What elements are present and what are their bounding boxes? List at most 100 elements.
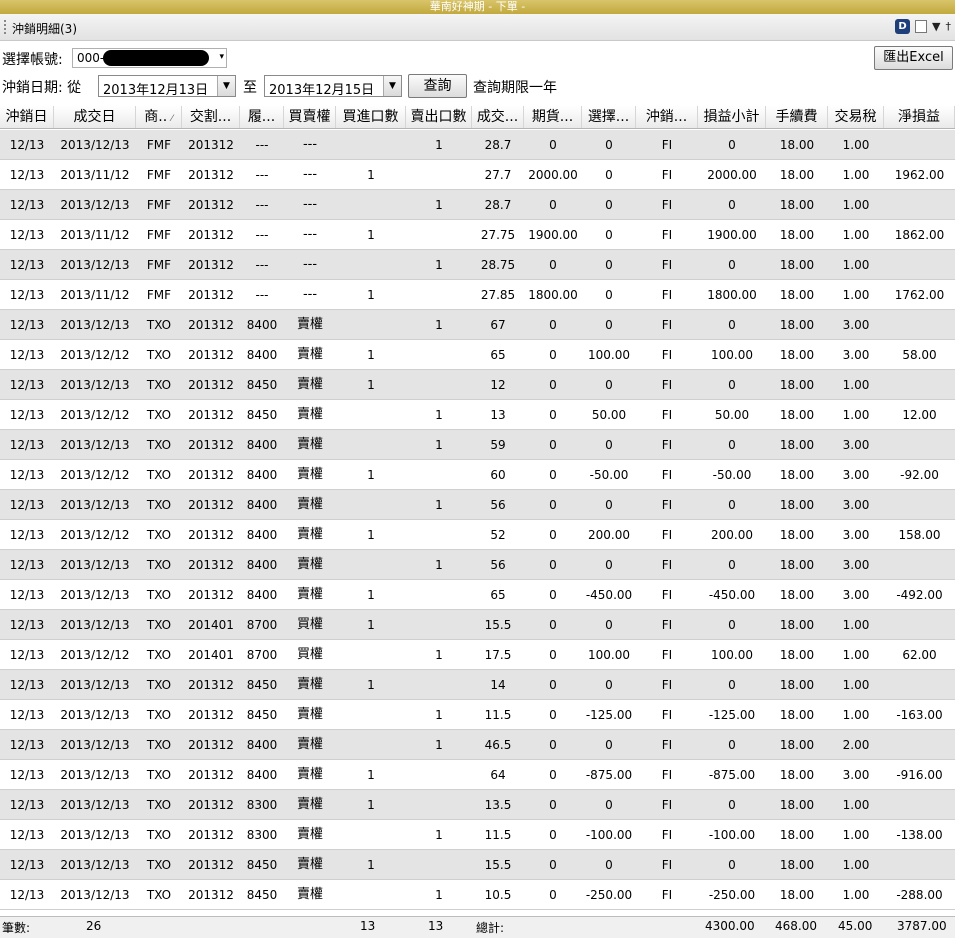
- table-row[interactable]: 12/13 2013/12/13 TXO 201312 8400 賣權 1 56 0 0 FI 0 18…: [0, 490, 955, 520]
- calendar-dropdown-icon[interactable]: ▼: [217, 76, 235, 96]
- cell-net-pl: [884, 730, 955, 760]
- cell-strike: ---: [255, 168, 269, 182]
- cell-sell-lots: [406, 760, 472, 790]
- cell-offset-date: 12/13: [9, 738, 45, 752]
- cell-trade-date: 2013/12/13: [60, 438, 130, 452]
- cell-sell-lots: 1: [435, 498, 443, 512]
- cell-offset-date: 12/13: [9, 618, 45, 632]
- table-row[interactable]: 12/13 2013/12/13 TXO 201312 8400 賣權 1 67 0 0 FI 0 18…: [0, 310, 955, 340]
- column-header-offset-type[interactable]: 沖銷...: [636, 106, 698, 128]
- query-button[interactable]: 查詢: [408, 74, 467, 98]
- column-header-options-pl[interactable]: 選擇...: [582, 106, 636, 128]
- table-row[interactable]: 12/13 2013/12/12 TXO 201312 8400 賣權 1 52 0 200.00…: [0, 520, 955, 550]
- cell-futures-pl: 0: [549, 348, 557, 362]
- column-header-label: 賣出口數: [410, 109, 467, 125]
- column-header-trade-price[interactable]: 成交...: [472, 106, 524, 128]
- cell-tax: 1.00: [842, 378, 870, 392]
- cell-delivery-month: 201312: [188, 348, 234, 362]
- page-icon[interactable]: [915, 20, 928, 33]
- calendar-dropdown-icon[interactable]: ▼: [383, 76, 401, 96]
- table-row[interactable]: 12/13 2013/11/12 FMF 201312 --- --- 1 27.7 2000.…: [0, 160, 955, 190]
- cell-pl-subtotal: -875.00: [708, 768, 756, 782]
- table-row[interactable]: 12/13 2013/12/13 TXO 201312 8300 賣權 1 13.5 0 0 FI 0…: [0, 790, 955, 820]
- table-row[interactable]: 12/13 2013/12/12 TXO 201312 8400 賣權 1 65 0 100.00…: [0, 340, 955, 370]
- account-select[interactable]: 000- ▾: [72, 48, 227, 68]
- cell-strike: 8700: [246, 648, 278, 662]
- cell-futures-pl: 2000.00: [528, 168, 578, 182]
- cell-futures-pl: 0: [549, 498, 557, 512]
- from-date-picker[interactable]: 2013年12月13日 ▼: [98, 75, 236, 98]
- table-row[interactable]: 12/13 2013/12/13 TXO 201312 8400 賣權 1 59 0 0 FI 0 18…: [0, 430, 955, 460]
- cell-call-put: 賣權: [296, 677, 323, 692]
- cell-pl-subtotal: 0: [728, 138, 736, 152]
- cell-buy-lots: 1: [367, 768, 375, 782]
- cell-sell-lots: [406, 850, 472, 880]
- cell-call-put: ---: [302, 137, 318, 152]
- cell-call-put: 賣權: [296, 887, 323, 902]
- d-badge-icon[interactable]: D: [895, 19, 911, 34]
- cell-product: TXO: [146, 858, 172, 872]
- cell-offset-date: 12/13: [9, 318, 45, 332]
- table-row[interactable]: 12/13 2013/12/13 TXO 201312 8450 賣權 1 10.5 0 -250…: [0, 880, 955, 910]
- cell-sell-lots: 1: [435, 138, 443, 152]
- to-date-value: 2013年12月15日: [269, 83, 375, 98]
- cell-pl-subtotal: -50.00: [712, 468, 752, 482]
- cell-offset-date: 12/13: [9, 768, 45, 782]
- column-header-pl-subtotal[interactable]: 損益小計: [698, 106, 766, 128]
- table-row[interactable]: 12/13 2013/12/13 TXO 201312 8400 賣權 1 46.5 0 0 FI 0…: [0, 730, 955, 760]
- cell-strike: 8400: [246, 348, 278, 362]
- cell-options-pl: -100.00: [585, 828, 633, 842]
- column-header-label: 沖銷...: [645, 109, 688, 125]
- column-header-fee[interactable]: 手續費: [766, 106, 828, 128]
- to-date-picker[interactable]: 2013年12月15日 ▼: [264, 75, 402, 98]
- cell-fee: 18.00: [779, 498, 815, 512]
- cell-trade-date: 2013/12/12: [60, 528, 130, 542]
- pin-icon[interactable]: †: [946, 20, 952, 34]
- table-row[interactable]: 12/13 2013/12/12 TXO 201312 8450 賣權 1 13 0 50.00 F…: [0, 400, 955, 430]
- export-excel-button[interactable]: 匯出Excel: [874, 46, 953, 70]
- drag-grip-icon[interactable]: [4, 20, 6, 34]
- cell-offset-date: 12/13: [9, 828, 45, 842]
- panel-menu-dropdown-icon[interactable]: ▼: [932, 20, 940, 34]
- cell-strike: 8400: [246, 588, 278, 602]
- column-header-delivery-month[interactable]: 交割...: [182, 106, 240, 128]
- column-header-call-put[interactable]: 買賣權: [284, 106, 336, 128]
- table-row[interactable]: 12/13 2013/12/13 FMF 201312 --- --- 1 28.7 0 0 FI 0…: [0, 130, 955, 160]
- column-header-trade-date[interactable]: 成交日: [54, 106, 136, 128]
- cell-trade-price: 56: [490, 498, 506, 512]
- cell-trade-price: 15.5: [484, 618, 512, 632]
- table-row[interactable]: 12/13 2013/12/13 TXO 201312 8300 賣權 1 11.5 0 -100…: [0, 820, 955, 850]
- table-row[interactable]: 12/13 2013/12/13 FMF 201312 --- --- 1 28.7 0 0 FI 0…: [0, 190, 955, 220]
- table-row[interactable]: 12/13 2013/12/13 TXO 201312 8450 賣權 1 12 0 0 FI 0 18…: [0, 370, 955, 400]
- table-row[interactable]: 12/13 2013/12/13 TXO 201312 8450 賣權 1 15.5 0 0 FI 0…: [0, 850, 955, 880]
- table-row[interactable]: 12/13 2013/12/13 TXO 201312 8450 賣權 1 11.5 0 -125…: [0, 700, 955, 730]
- cell-futures-pl: 0: [549, 858, 557, 872]
- cell-delivery-month: 201312: [188, 138, 234, 152]
- column-header-sell-lots[interactable]: 賣出口數: [406, 106, 472, 128]
- record-count: 26: [86, 919, 102, 933]
- cell-trade-price: 12: [490, 378, 506, 392]
- table-row[interactable]: 12/13 2013/11/12 FMF 201312 --- --- 1 27.75 1900…: [0, 220, 955, 250]
- cell-trade-price: 56: [490, 558, 506, 572]
- table-row[interactable]: 12/13 2013/12/12 TXO 201312 8400 賣權 1 60 0 -50.00…: [0, 460, 955, 490]
- table-row[interactable]: 12/13 2013/12/13 TXO 201312 8450 賣權 1 14 0 0 FI 0 18…: [0, 670, 955, 700]
- table-row[interactable]: 12/13 2013/12/13 FMF 201312 --- --- 1 28.75 0 0 FI…: [0, 250, 955, 280]
- table-row[interactable]: 12/13 2013/12/13 TXO 201312 8400 賣權 1 64 0 -875.0…: [0, 760, 955, 790]
- cell-product: TXO: [146, 738, 172, 752]
- cell-delivery-month: 201312: [188, 738, 234, 752]
- column-header-strike[interactable]: 履...: [240, 106, 284, 128]
- column-header-futures-pl[interactable]: 期貨...: [524, 106, 582, 128]
- table-row[interactable]: 12/13 2013/12/13 TXO 201401 8700 買權 1 15.5 0 0 FI 0…: [0, 610, 955, 640]
- table-row[interactable]: 12/13 2013/12/13 TXO 201312 8400 賣權 1 65 0 -450.0…: [0, 580, 955, 610]
- table-row[interactable]: 12/13 2013/12/13 TXO 201312 8400 賣權 1 56 0 0 FI 0 18…: [0, 550, 955, 580]
- cell-sell-lots: [406, 520, 472, 550]
- cell-net-pl: -916.00: [896, 768, 943, 782]
- chevron-down-icon[interactable]: ▾: [219, 52, 224, 62]
- column-header-net-pl[interactable]: 淨損益: [884, 106, 955, 128]
- table-row[interactable]: 12/13 2013/11/12 FMF 201312 --- --- 1 27.85 1800…: [0, 280, 955, 310]
- column-header-product[interactable]: 商.. ⁄: [136, 106, 182, 128]
- column-header-tax[interactable]: 交易稅: [828, 106, 884, 128]
- column-header-buy-lots[interactable]: 買進口數: [336, 106, 406, 128]
- table-row[interactable]: 12/13 2013/12/12 TXO 201401 8700 買權 1 17.5 0 100.…: [0, 640, 955, 670]
- column-header-offset-date[interactable]: 沖銷日: [0, 106, 54, 128]
